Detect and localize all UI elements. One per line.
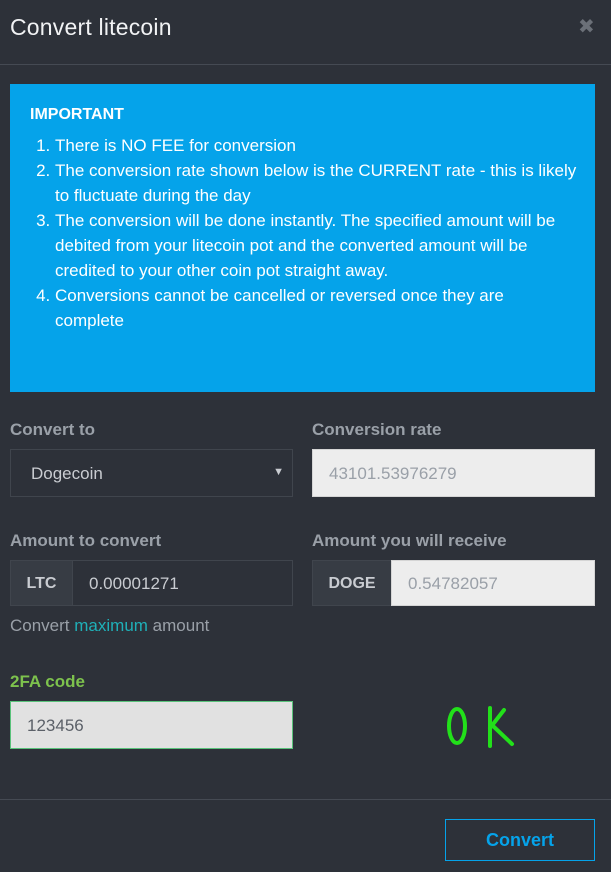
conversion-rate-field: 43101.53976279 xyxy=(312,449,595,497)
chevron-down-icon: ▼ xyxy=(273,466,284,478)
convert-max-prefix: Convert xyxy=(10,616,70,635)
convert-max-line: Convert maximum amount xyxy=(10,616,209,636)
receive-value: 0.54782057 xyxy=(408,574,498,593)
convert-max-suffix: amount xyxy=(152,616,210,635)
notice-item: The conversion rate shown below is the C… xyxy=(55,158,577,208)
ok-annotation xyxy=(447,706,514,748)
modal-title: Convert litecoin xyxy=(10,14,172,40)
doge-addon: DOGE xyxy=(312,560,392,606)
convert-to-label: Convert to xyxy=(10,420,95,439)
twofa-label: 2FA code xyxy=(10,672,85,691)
notice-heading: IMPORTANT xyxy=(30,106,124,123)
conversion-rate-label: Conversion rate xyxy=(312,420,442,439)
notice-item: The conversion will be done instantly. T… xyxy=(55,208,577,283)
ltc-addon: LTC xyxy=(10,560,73,606)
amount-receive-label: Amount you will receive xyxy=(312,531,507,550)
convert-to-select[interactable]: Dogecoin ▼ xyxy=(10,449,293,497)
amount-value: 0.00001271 xyxy=(89,574,179,593)
footer-divider xyxy=(0,799,611,800)
convert-to-value: Dogecoin xyxy=(31,464,103,483)
maximum-link[interactable]: maximum xyxy=(74,616,148,635)
convert-button[interactable]: Convert xyxy=(445,819,595,861)
notice-list: There is NO FEE for conversion The conve… xyxy=(30,133,577,333)
notice-item: There is NO FEE for conversion xyxy=(55,133,577,158)
close-icon[interactable]: ✖ xyxy=(578,14,595,39)
conversion-rate-value: 43101.53976279 xyxy=(329,464,457,483)
modal-header: Convert litecoin ✖ xyxy=(0,0,611,65)
twofa-value: 123456 xyxy=(27,716,84,735)
amount-input[interactable]: 0.00001271 xyxy=(72,560,293,606)
important-notice: IMPORTANT There is NO FEE for conversion… xyxy=(10,84,595,392)
twofa-input[interactable]: 123456 xyxy=(10,701,293,749)
notice-item: Conversions cannot be cancelled or rever… xyxy=(55,283,577,333)
receive-field: 0.54782057 xyxy=(391,560,595,606)
amount-to-convert-label: Amount to convert xyxy=(10,531,162,550)
